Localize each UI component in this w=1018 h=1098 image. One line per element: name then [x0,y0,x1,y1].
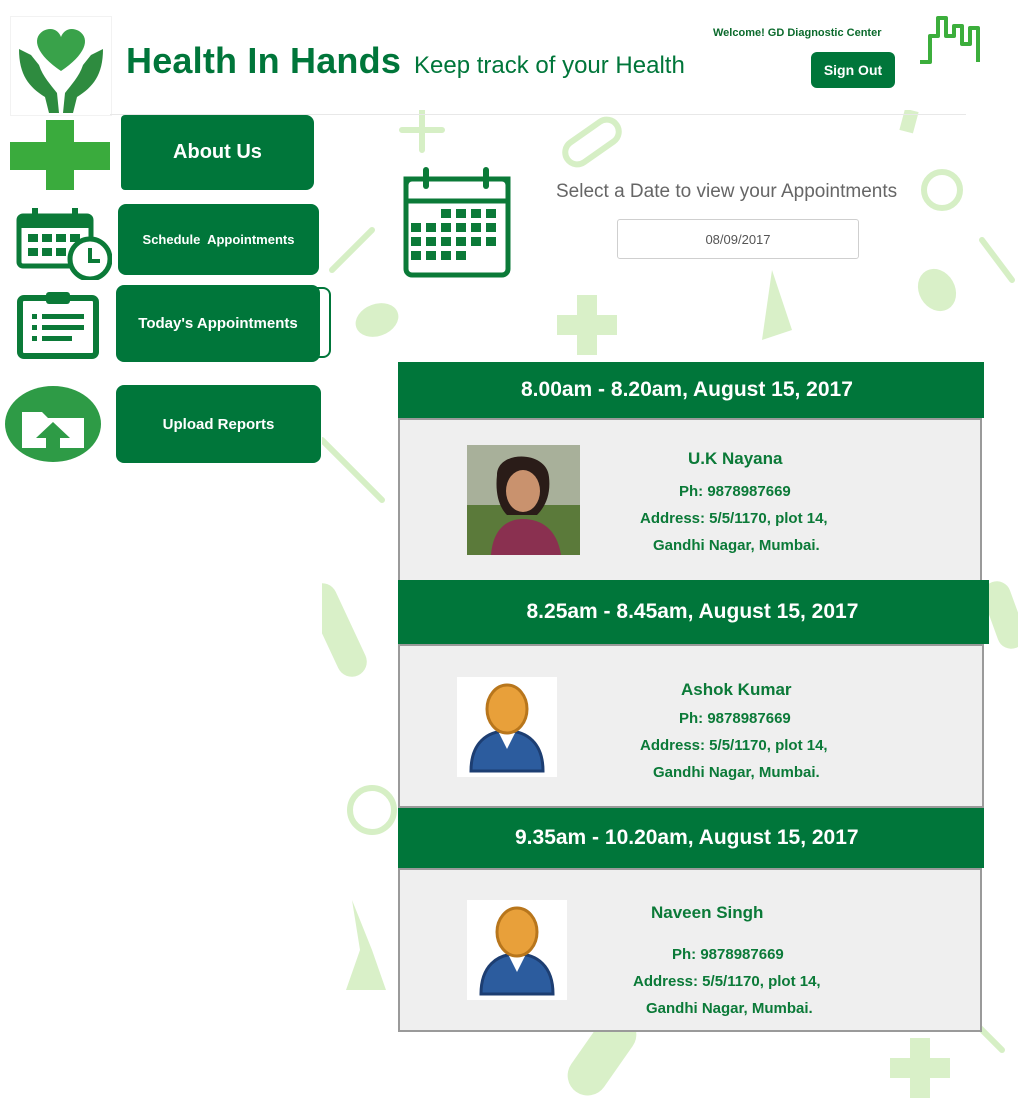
user-avatar-icon [467,900,567,1000]
nav-upload-label: Upload Reports [162,415,275,433]
appointment-time-header: 9.35am - 10.20am, August 15, 2017 [398,808,984,868]
nav-upload-reports[interactable]: Upload Reports [116,385,321,463]
nav-about-us-label: About Us [173,141,262,163]
patient-phone: Ph: 9878987669 [679,710,791,727]
city-skyline-icon [920,16,980,64]
app-logo[interactable] [10,16,112,116]
nav-todays-appointments[interactable]: Today's Appointments [116,285,320,362]
patient-phone: Ph: 9878987669 [679,483,791,500]
sign-out-button[interactable]: Sign Out [811,52,895,88]
patient-name: Naveen Singh [651,903,764,922]
patient-photo [467,445,580,555]
patient-address-line1: Address: 5/5/1170, plot 14, [640,510,828,527]
medical-cross-icon [10,120,110,190]
patient-address-line2: Gandhi Nagar, Mumbai. [653,764,820,781]
nav-about-us[interactable]: About Us [121,115,314,190]
patient-address-line1: Address: 5/5/1170, plot 14, [633,973,821,990]
calendar-icon [403,167,511,278]
folder-upload-icon [5,386,101,462]
patient-address-line1: Address: 5/5/1170, plot 14, [640,737,828,754]
patient-name: U.K Nayana [688,449,783,468]
patient-name: Ashok Kumar [681,680,792,699]
appointment-time: 9.35am - 10.20am, August 15, 2017 [515,826,859,849]
clipboard-icon [17,292,99,359]
calendar-clock-icon [16,208,112,280]
nav-schedule-appointments[interactable]: Schedule Appointments [118,204,319,275]
date-picker-label: Select a Date to view your Appointments [556,181,898,202]
appointment-time-header: 8.25am - 8.45am, August 15, 2017 [398,580,989,644]
date-input[interactable]: 08/09/2017 [617,219,859,259]
appointment-time: 8.25am - 8.45am, August 15, 2017 [526,600,859,623]
patient-phone: Ph: 9878987669 [672,946,784,963]
patient-address-line2: Gandhi Nagar, Mumbai. [653,537,820,554]
app-title: Health In Hands [126,40,402,81]
patient-address-line2: Gandhi Nagar, Mumbai. [646,1000,813,1017]
appointment-time-header: 8.00am - 8.20am, August 15, 2017 [398,362,984,418]
nav-todays-label: Today's Appointments [138,315,298,332]
nav-schedule-label: Schedule Appointments [142,232,295,247]
welcome-text: Welcome! GD Diagnostic Center [713,27,882,39]
user-avatar-icon [457,677,557,777]
heart-hands-icon [19,28,103,113]
app-tagline: Keep track of your Health [414,52,685,79]
appointment-time: 8.00am - 8.20am, August 15, 2017 [521,378,853,401]
